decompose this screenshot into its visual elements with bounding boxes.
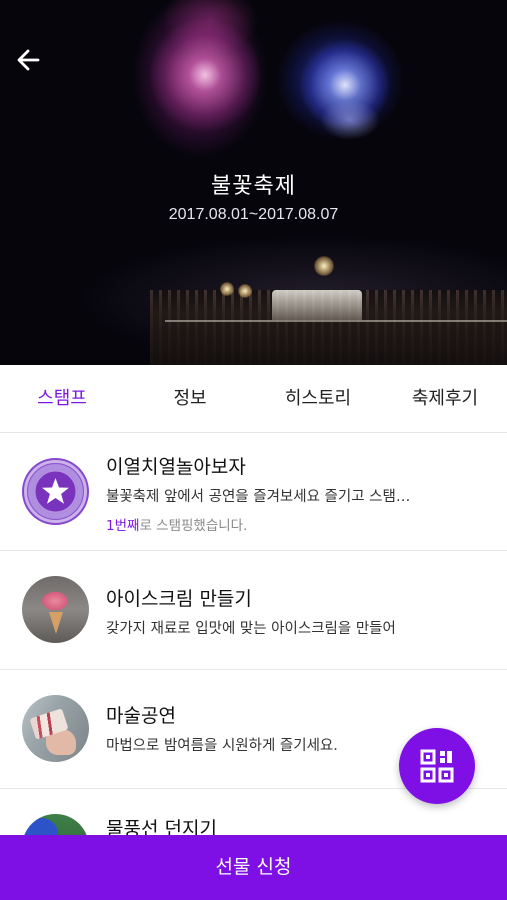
stamp-status: 1번째로 스탬핑했습니다.: [106, 514, 247, 534]
item-title: 이열치열놀아보자: [106, 456, 246, 478]
street-lamp: [220, 282, 234, 296]
ice-cream-photo: [22, 576, 89, 643]
street-lamp: [238, 284, 252, 298]
blue-firework-smoke: [320, 100, 380, 140]
tab-stamp[interactable]: 스탬프: [0, 365, 124, 433]
item-title: 마술공연: [106, 705, 176, 727]
item-description: 불꽃축제 앞에서 공연을 즐겨보세요 즐기고 스탬…: [106, 489, 411, 505]
lit-pavilion: [272, 290, 362, 320]
tab-info[interactable]: 정보: [128, 365, 252, 433]
tab-reviews[interactable]: 축제후기: [383, 365, 507, 433]
playing-cards-photo: [22, 695, 89, 762]
stamp-status-text: 로 스탬핑했습니다.: [139, 518, 248, 534]
list-item[interactable]: 이열치열놀아보자 불꽃축제 앞에서 공연을 즐겨보세요 즐기고 스탬… 1번째로…: [0, 433, 507, 551]
back-button[interactable]: [14, 45, 44, 75]
qr-scan-button[interactable]: [399, 728, 475, 804]
water-balloon-photo: [22, 814, 89, 835]
star-stamp-badge-icon: [24, 460, 87, 523]
stamp-order: 1번째: [106, 518, 140, 534]
festival-dates: 2017.08.01~2017.08.07: [168, 206, 339, 223]
festival-hero: 불꽃축제 2017.08.01~2017.08.07: [0, 0, 507, 365]
gift-request-button[interactable]: 선물 신청: [0, 835, 507, 900]
item-description: 갖가지 재료로 입맛에 맞는 아이스크림을 만들어: [106, 621, 396, 637]
festival-title: 불꽃축제: [211, 174, 296, 199]
stamp-thumbnail: [22, 458, 89, 525]
railing: [165, 320, 507, 322]
item-title: 물풍선 던지기: [106, 818, 217, 835]
list-item[interactable]: 아이스크림 만들기 갖가지 재료로 입맛에 맞는 아이스크림을 만들어: [0, 551, 507, 670]
cone-shape: [49, 612, 63, 634]
qr-code-icon: [420, 749, 454, 783]
item-title: 아이스크림 만들기: [106, 588, 252, 610]
item-description: 마법으로 밤여름을 시원하게 즐기세요.: [106, 738, 338, 754]
balloon-shape: [24, 818, 58, 835]
street-lamp: [314, 256, 334, 276]
pink-firework: [150, 15, 260, 135]
tab-history[interactable]: 히스토리: [255, 365, 381, 433]
tab-bar: 스탬프 정보 히스토리 축제후기: [0, 365, 507, 433]
arrow-left-icon: [17, 49, 40, 71]
